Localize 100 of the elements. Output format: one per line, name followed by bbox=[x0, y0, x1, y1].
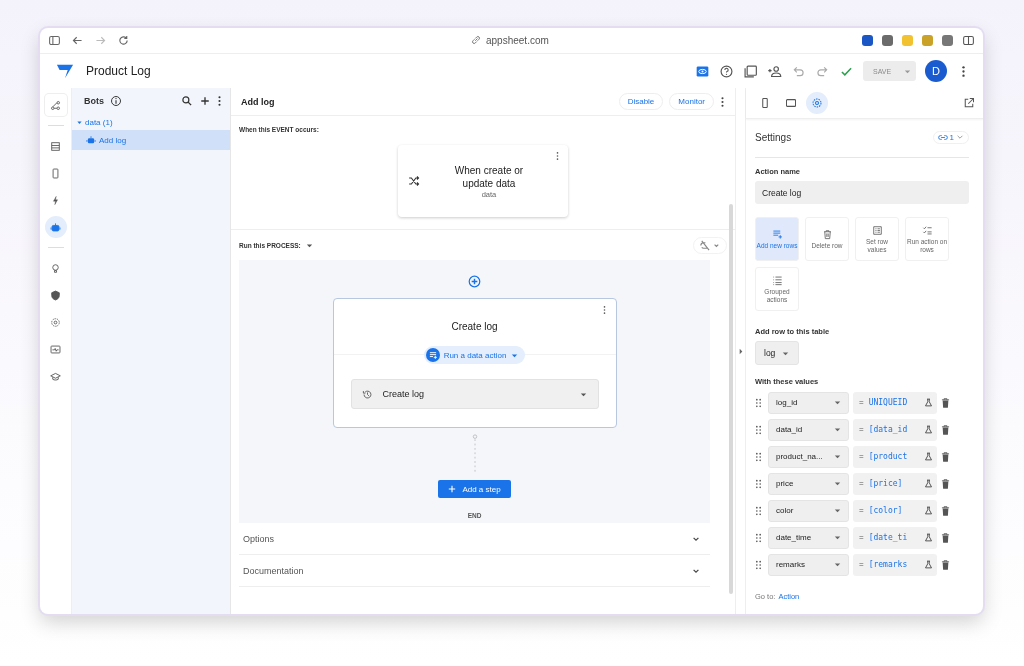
url-text[interactable]: appsheet.com bbox=[486, 34, 549, 46]
equals-sign: = bbox=[859, 425, 864, 434]
flask-icon[interactable] bbox=[924, 479, 933, 488]
expression-field[interactable]: [color] bbox=[868, 506, 919, 515]
add-person-icon[interactable] bbox=[767, 63, 782, 79]
flask-icon[interactable] bbox=[924, 398, 933, 407]
delete-icon[interactable] bbox=[941, 451, 950, 462]
avatar[interactable]: D bbox=[925, 60, 947, 82]
equals-sign: = bbox=[859, 533, 864, 542]
expression-field[interactable]: [data_id bbox=[868, 425, 919, 434]
column-select[interactable]: color bbox=[768, 499, 849, 522]
action-name-field[interactable]: Create log bbox=[755, 181, 969, 204]
robot-icon bbox=[86, 135, 96, 145]
graduation-cap-icon bbox=[50, 370, 61, 382]
more-icon[interactable] bbox=[720, 95, 725, 108]
equals-sign: = bbox=[859, 479, 864, 488]
step-card[interactable]: Create log Run a data action Create log bbox=[332, 298, 617, 428]
extension-icon[interactable] bbox=[942, 35, 953, 46]
sidebar-icon[interactable] bbox=[48, 34, 61, 47]
drag-handle-icon[interactable] bbox=[755, 505, 762, 516]
drag-handle-icon[interactable] bbox=[755, 559, 762, 570]
column-select[interactable]: log_id bbox=[768, 391, 849, 414]
delete-icon[interactable] bbox=[941, 478, 950, 489]
flask-icon[interactable] bbox=[924, 533, 933, 542]
expression-field[interactable]: [product bbox=[868, 452, 919, 461]
header-button[interactable]: Disable bbox=[618, 93, 664, 110]
delete-icon[interactable] bbox=[941, 559, 950, 570]
header-button[interactable]: Monitor bbox=[669, 93, 714, 110]
chevron-down-icon bbox=[956, 133, 964, 141]
tree-group[interactable]: data (1) bbox=[72, 114, 230, 130]
split-view-icon[interactable] bbox=[962, 34, 975, 47]
phone-icon bbox=[759, 97, 771, 109]
link-icon bbox=[470, 34, 482, 46]
scrollbar[interactable] bbox=[729, 204, 733, 594]
tree-item[interactable]: Add log bbox=[72, 130, 230, 150]
flask-icon[interactable] bbox=[924, 560, 933, 569]
more-icon[interactable] bbox=[555, 151, 560, 161]
flask-icon[interactable] bbox=[924, 506, 933, 515]
column-select[interactable]: remarks bbox=[768, 553, 849, 576]
add-icon[interactable] bbox=[199, 95, 211, 107]
drag-handle-icon[interactable] bbox=[755, 451, 762, 462]
expression-field[interactable]: [date_ti bbox=[868, 533, 919, 542]
extension-icon[interactable] bbox=[862, 35, 873, 46]
more-icon[interactable] bbox=[217, 95, 222, 107]
add-step-button[interactable]: Add a step bbox=[438, 480, 511, 498]
expression-field[interactable]: [price] bbox=[868, 479, 919, 488]
tablet-icon bbox=[785, 97, 797, 109]
accordion-header[interactable]: Documentation bbox=[239, 555, 710, 587]
help-icon[interactable] bbox=[719, 63, 734, 79]
unlink-button[interactable] bbox=[693, 236, 727, 254]
drag-handle-icon[interactable] bbox=[755, 397, 762, 408]
delete-icon[interactable] bbox=[941, 397, 950, 408]
nav-item[interactable] bbox=[44, 216, 67, 238]
plus-icon bbox=[448, 485, 457, 493]
caret-icon bbox=[76, 118, 83, 126]
phone-icon bbox=[50, 167, 61, 179]
drag-handle-icon[interactable] bbox=[755, 424, 762, 435]
column-select[interactable]: price bbox=[768, 472, 849, 495]
more-icon[interactable] bbox=[601, 305, 607, 315]
reload-icon[interactable] bbox=[117, 34, 130, 47]
form-icon bbox=[871, 224, 883, 236]
bolt-icon bbox=[50, 194, 61, 206]
delete-icon[interactable] bbox=[941, 532, 950, 543]
drag-handle-icon[interactable] bbox=[755, 478, 762, 489]
add-circle-icon[interactable] bbox=[468, 275, 481, 288]
data-action-icon bbox=[425, 348, 440, 362]
flask-icon[interactable] bbox=[924, 452, 933, 461]
accordion-header[interactable]: Options bbox=[239, 523, 710, 555]
column-select[interactable]: data_id bbox=[768, 418, 849, 441]
delete-icon[interactable] bbox=[941, 505, 950, 516]
column-select[interactable]: product_na... bbox=[768, 445, 849, 468]
branch-icon bbox=[50, 99, 61, 111]
lightbulb-icon bbox=[50, 262, 61, 274]
settings-tab[interactable] bbox=[806, 92, 828, 114]
back-icon[interactable] bbox=[71, 34, 84, 47]
open-external-icon[interactable] bbox=[963, 97, 975, 109]
checklist-icon bbox=[921, 224, 933, 236]
table-select[interactable]: log bbox=[755, 341, 800, 365]
expression-field[interactable]: UNIQUEID bbox=[868, 398, 919, 407]
expression-field[interactable]: [remarks bbox=[868, 560, 919, 569]
monitor-icon bbox=[50, 343, 61, 355]
flask-icon[interactable] bbox=[924, 425, 933, 434]
search-icon[interactable] bbox=[181, 95, 193, 107]
app-title: Product Log bbox=[86, 64, 151, 78]
extension-icon[interactable] bbox=[882, 35, 893, 46]
equals-sign: = bbox=[859, 560, 864, 569]
nav-item[interactable] bbox=[44, 94, 67, 116]
step-type-chip[interactable]: Run a data action bbox=[423, 346, 526, 364]
list-icon bbox=[771, 274, 783, 286]
action-select[interactable]: Create log bbox=[350, 379, 599, 409]
info-icon[interactable] bbox=[110, 95, 122, 107]
table-icon bbox=[50, 140, 61, 152]
expand-icon[interactable] bbox=[738, 347, 743, 355]
delete-icon[interactable] bbox=[941, 424, 950, 435]
drag-handle-icon[interactable] bbox=[755, 532, 762, 543]
equals-sign: = bbox=[859, 452, 864, 461]
column-select[interactable]: date_time bbox=[768, 526, 849, 549]
copy-icon[interactable] bbox=[743, 63, 758, 79]
equals-sign: = bbox=[859, 398, 864, 407]
links-button[interactable]: 1 bbox=[932, 130, 969, 144]
